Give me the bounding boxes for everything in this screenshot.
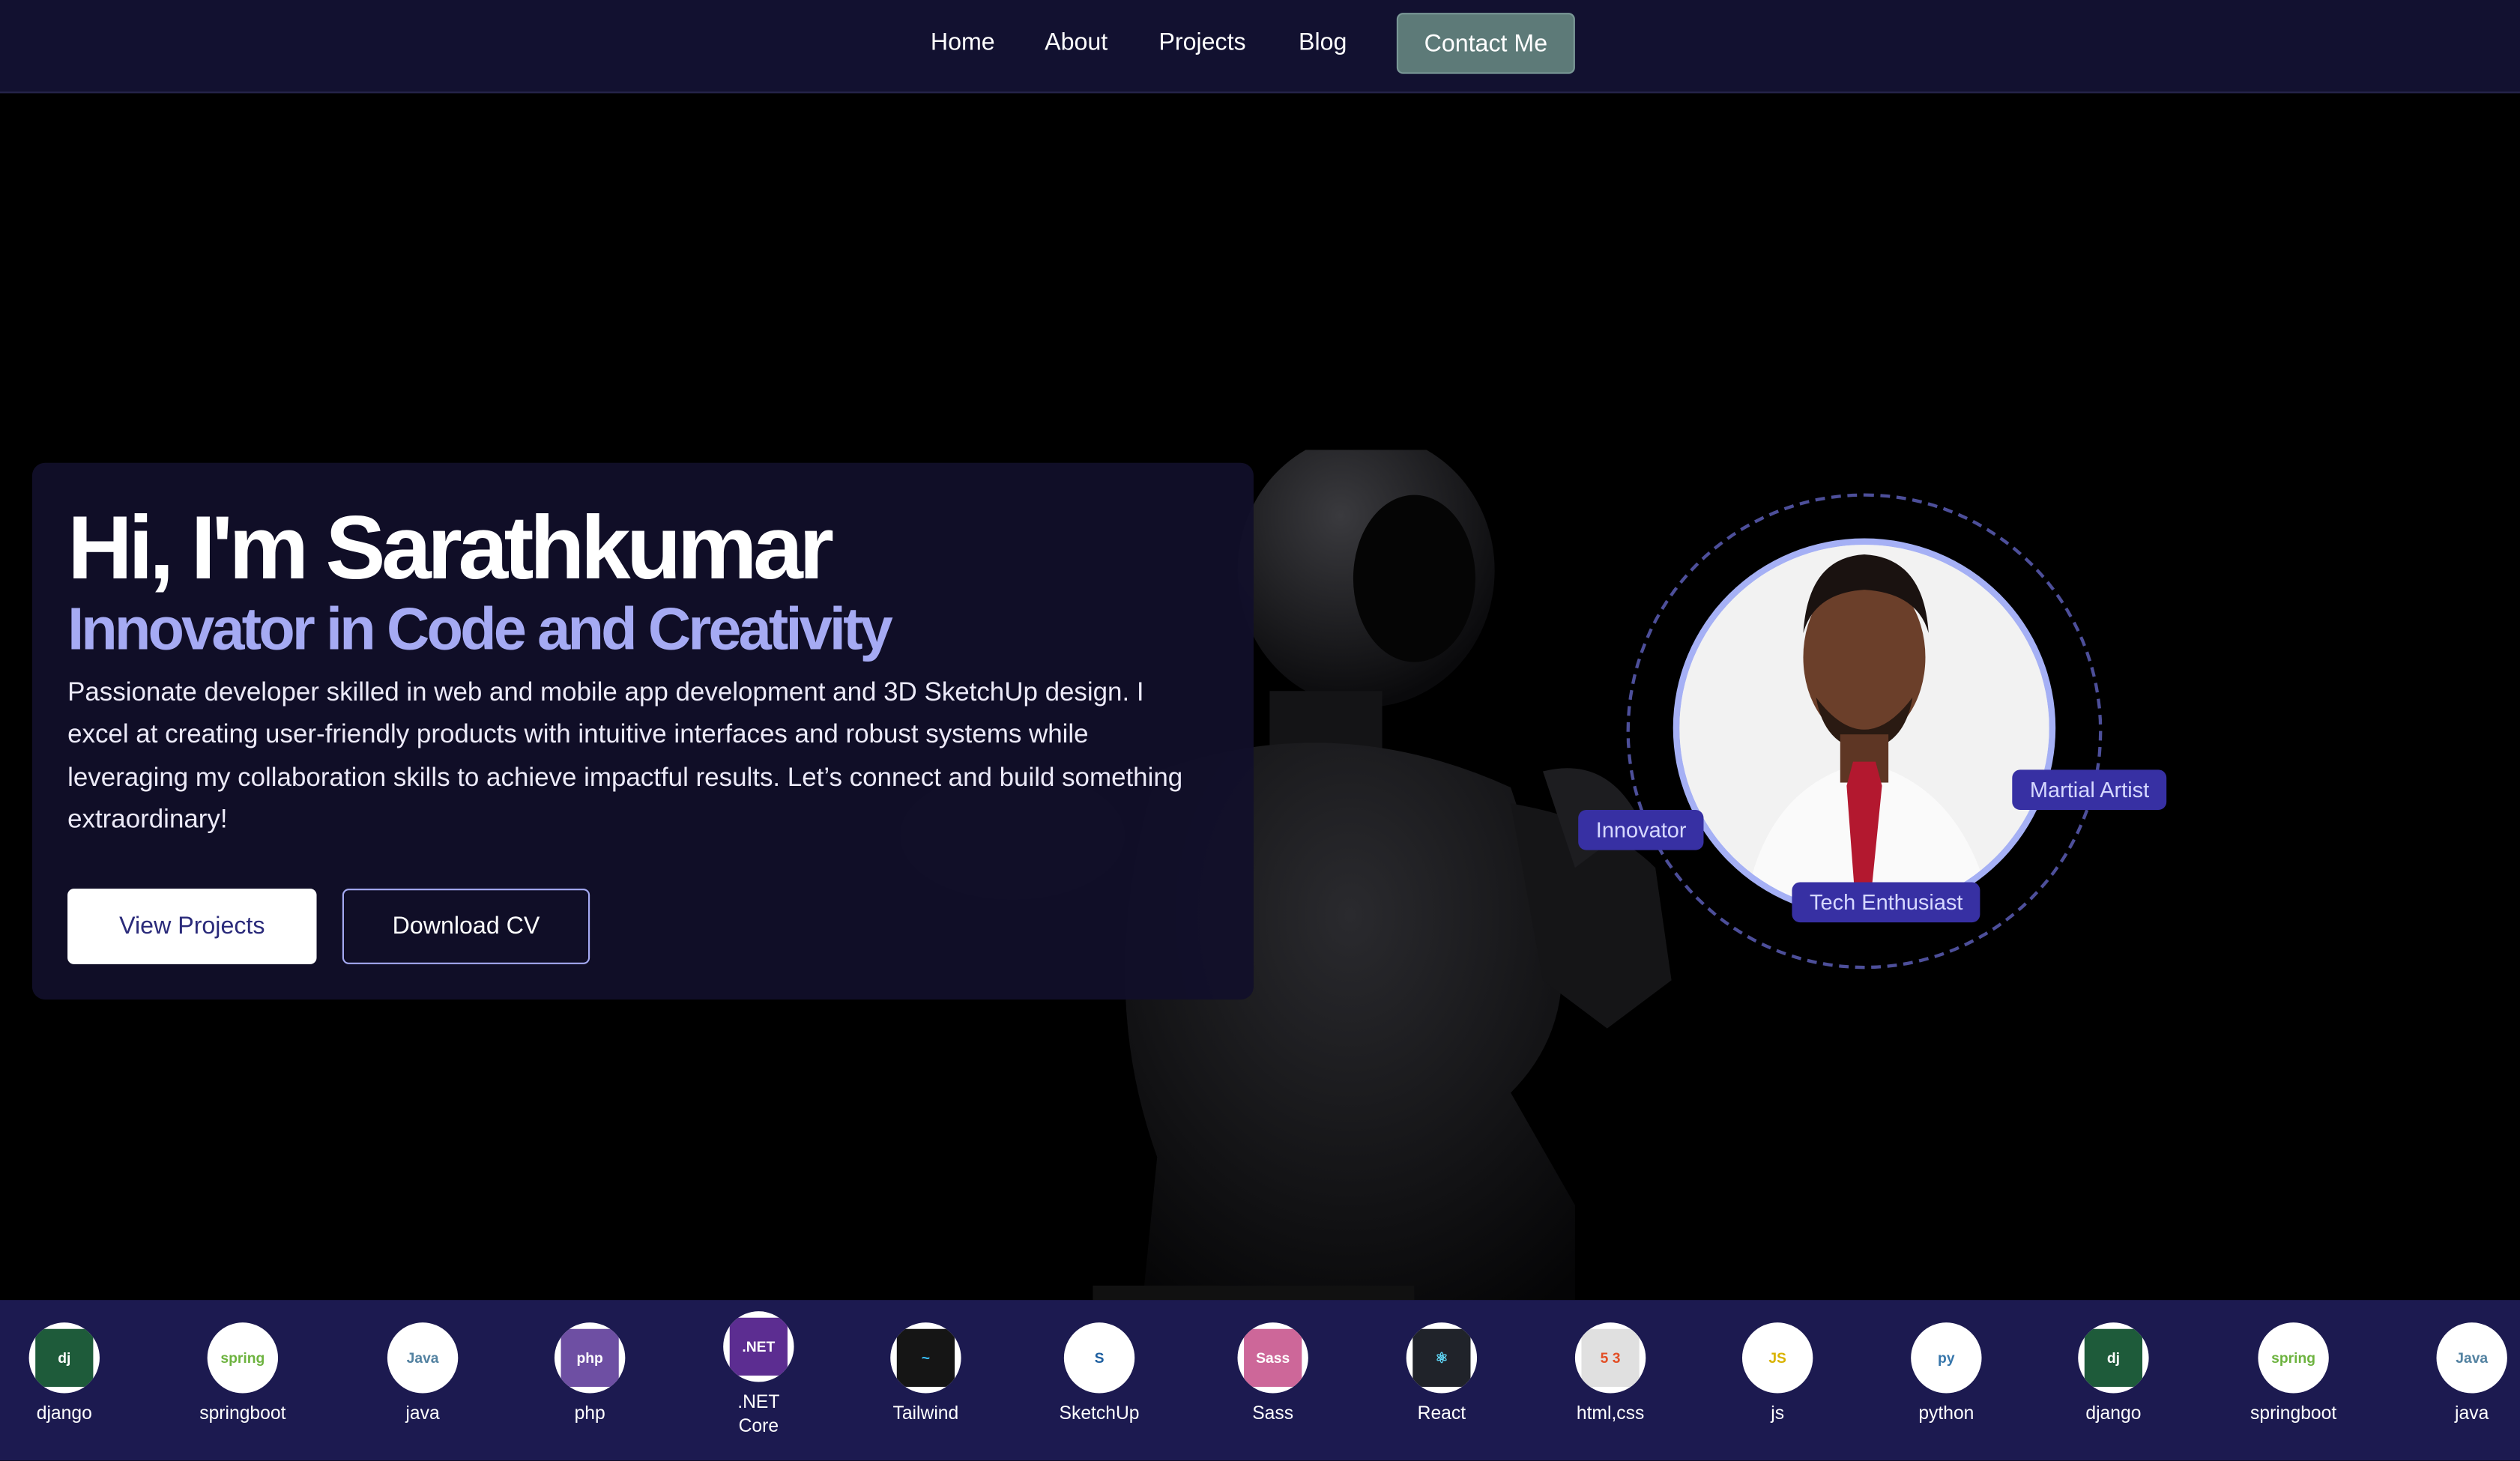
tech-label: Tailwind (892, 1404, 959, 1424)
springboot-icon: spring (207, 1322, 279, 1394)
nav-home[interactable]: Home (931, 29, 995, 56)
tech-icon-mark: py (1917, 1328, 1975, 1387)
hero-card: Hi, I'm Sarathkumar Innovator in Code an… (31, 462, 1254, 1000)
tech-item: S SketchUp (1019, 1322, 1179, 1427)
nav-about[interactable]: About (1045, 29, 1108, 56)
tech-label: springboot (199, 1404, 286, 1424)
badge-innovator: Innovator (1578, 809, 1705, 850)
tech-label: .NET Core (737, 1393, 780, 1437)
tech-label: React (1417, 1404, 1466, 1424)
tech-label: django (2085, 1404, 2142, 1424)
django-icon: dj (28, 1322, 100, 1394)
tech-item: dj django (0, 1322, 145, 1427)
top-nav: Home About Projects Blog Contact Me (0, 0, 2520, 94)
tech-item: Sass Sass (1192, 1322, 1353, 1427)
tech-label: springboot (2250, 1404, 2337, 1424)
php-icon: php (554, 1322, 626, 1394)
tech-stack-carousel: dj django spring springboot Java java php php .N… (0, 1300, 2520, 1461)
tech-item: Java java (2391, 1322, 2520, 1427)
tech-label: html,css (1576, 1404, 1645, 1424)
tech-icon-mark: dj (35, 1328, 94, 1387)
nav-blog[interactable]: Blog (1299, 29, 1347, 56)
tech-item: py python (1866, 1322, 2026, 1427)
tech-item: Java java (342, 1322, 503, 1427)
tech-item: dj django (2033, 1322, 2193, 1427)
tech-icon-mark: S (1070, 1328, 1128, 1387)
tech-label: django (36, 1404, 92, 1424)
tech-item: ⚛ React (1362, 1322, 1522, 1427)
tech-icon-mark: Java (2443, 1328, 2501, 1387)
tech-item: 5 3 html,css (1530, 1322, 1690, 1427)
java-icon: Java (2436, 1322, 2507, 1394)
tech-label: java (2455, 1404, 2489, 1424)
react-icon: ⚛ (1406, 1322, 1478, 1394)
tech-icon-mark: JS (1748, 1328, 1807, 1387)
badge-martial-artist: Martial Artist (2012, 769, 2167, 810)
javascript-icon: JS (1741, 1322, 1813, 1394)
tech-icon-mark: spring (214, 1328, 272, 1387)
hero-subtitle: Innovator in Code and Creativity (67, 596, 893, 662)
download-cv-button[interactable]: Download CV (342, 889, 590, 964)
tech-item: spring springboot (2213, 1322, 2373, 1427)
tech-icon-mark: .NET (729, 1317, 788, 1376)
tech-label: SketchUp (1059, 1404, 1140, 1424)
profile-photo (1673, 538, 2056, 918)
sketchup-icon: S (1063, 1322, 1135, 1394)
tech-icon-mark: Java (393, 1328, 452, 1387)
tech-item: ~ Tailwind (845, 1322, 1006, 1427)
java-icon: Java (387, 1322, 459, 1394)
tech-label: python (1918, 1404, 1974, 1424)
tech-icon-mark: spring (2264, 1328, 2323, 1387)
hero-title: Hi, I'm Sarathkumar (67, 496, 834, 598)
tech-label: Sass (1252, 1404, 1294, 1424)
tech-item: spring springboot (163, 1322, 323, 1427)
nav-projects[interactable]: Projects (1158, 29, 1245, 56)
html-css-icon: 5 3 (1574, 1322, 1646, 1394)
tech-icon-mark: 5 3 (1581, 1328, 1640, 1387)
python-icon: py (1911, 1322, 1982, 1394)
django-icon: dj (2078, 1322, 2149, 1394)
tech-item: JS js (1697, 1322, 1858, 1427)
tech-item: php php (510, 1322, 670, 1427)
tech-icon-mark: dj (2084, 1328, 2143, 1387)
tech-label: js (1771, 1404, 1785, 1424)
page: Home About Projects Blog Contact Me Hi, … (0, 0, 2520, 1461)
tech-label: php (574, 1404, 605, 1424)
dotnet-icon: .NET (723, 1311, 794, 1382)
tech-item: .NET .NET Core (678, 1311, 839, 1440)
contact-me-button[interactable]: Contact Me (1396, 13, 1575, 74)
view-projects-button[interactable]: View Projects (67, 889, 317, 964)
sass-icon: Sass (1237, 1322, 1308, 1394)
tech-icon-mark: Sass (1244, 1328, 1302, 1387)
springboot-icon: spring (2258, 1322, 2329, 1394)
hero-description: Passionate developer skilled in web and … (67, 678, 1183, 834)
tech-icon-mark: ~ (896, 1328, 955, 1387)
tech-icon-mark: php (560, 1328, 619, 1387)
tech-label: java (405, 1404, 440, 1424)
badge-tech-enthusiast: Tech Enthusiast (1792, 882, 1981, 923)
tailwind-icon: ~ (890, 1322, 961, 1394)
tech-icon-mark: ⚛ (1412, 1328, 1471, 1387)
